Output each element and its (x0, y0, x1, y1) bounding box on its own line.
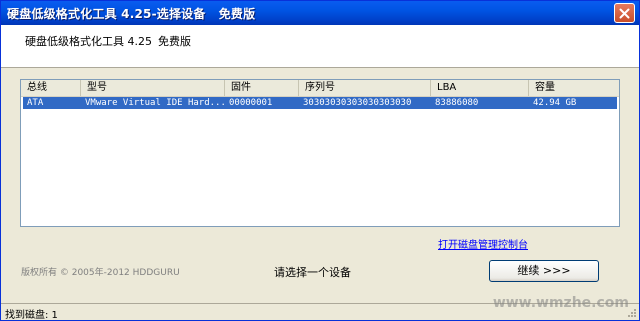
cell-capacity: 42.94 GB (533, 98, 577, 108)
table-row[interactable]: ATA VMware Virtual IDE Hard... 00000001 … (23, 97, 617, 109)
watermark: www.wmzhe.com (492, 295, 629, 311)
status-message: 请选择一个设备 (274, 266, 351, 279)
cell-lba: 83886080 (435, 98, 479, 108)
column-header-bus[interactable]: 总线 (21, 80, 81, 96)
resize-grip-icon[interactable] (627, 308, 637, 318)
column-header-lba[interactable]: LBA (431, 80, 529, 96)
cell-firmware: 00000001 (229, 98, 273, 108)
cell-bus: ATA (27, 98, 44, 108)
column-header-model[interactable]: 型号 (81, 80, 225, 96)
device-list[interactable]: 总线 型号 固件 序列号 LBA 容量 ATA VMware Virtual I… (20, 79, 620, 227)
column-header-capacity[interactable]: 容量 (529, 80, 619, 96)
continue-button[interactable]: 继续 >>> (489, 260, 599, 282)
column-header-serial[interactable]: 序列号 (299, 80, 431, 96)
edition-label: 免费版 (158, 35, 191, 48)
cell-model: VMware Virtual IDE Hard... (85, 98, 225, 108)
title-bar[interactable]: 硬盘低级格式化工具 4.25-选择设备 免费版 (1, 1, 639, 25)
disks-found-text: 找到磁盘: 1 (5, 310, 58, 321)
app-window: 硬盘低级格式化工具 4.25-选择设备 免费版 硬盘低级格式化工具 4.25 免… (0, 0, 640, 321)
column-header-firmware[interactable]: 固件 (225, 80, 299, 96)
cell-serial: 30303030303030303030 (303, 98, 412, 108)
header-banner: 硬盘低级格式化工具 4.25 免费版 (1, 25, 639, 68)
copyright-text: 版权所有 © 2005年-2012 HDDGURU (21, 268, 180, 278)
close-icon (619, 8, 630, 18)
device-list-header: 总线 型号 固件 序列号 LBA 容量 (21, 80, 619, 97)
window-title: 硬盘低级格式化工具 4.25-选择设备 免费版 (7, 7, 256, 21)
close-button[interactable] (614, 3, 635, 23)
app-title: 硬盘低级格式化工具 4.25 (25, 35, 152, 48)
disk-management-link[interactable]: 打开磁盘管理控制台 (438, 236, 528, 251)
